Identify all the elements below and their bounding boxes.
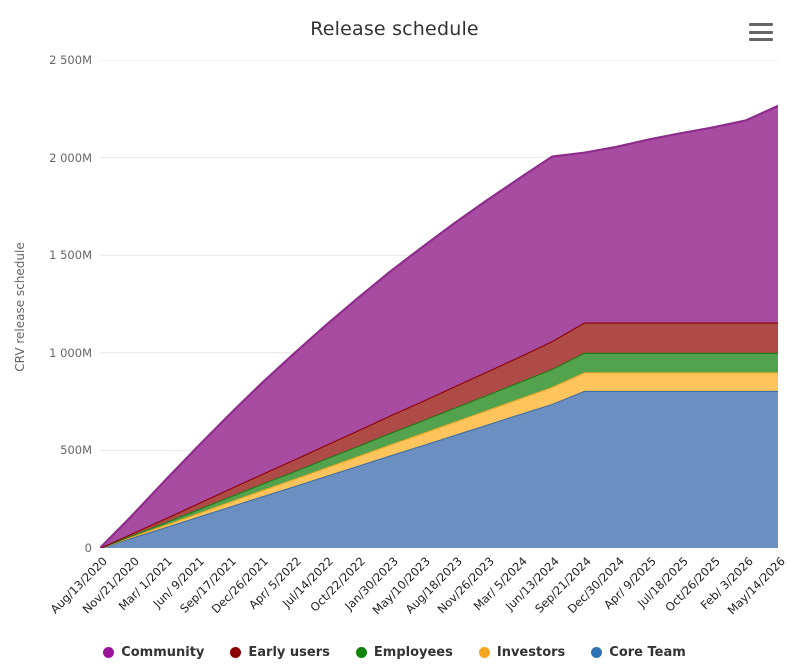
legend-marker-icon xyxy=(591,647,603,658)
y-tick-label: 2 500M xyxy=(49,53,92,67)
legend-label: Community xyxy=(121,645,205,660)
menu-bar-2 xyxy=(749,30,773,34)
x-axis-tick-labels: Aug/13/2020 Nov/21/2020 Mar/ 1/2021 Jun/ 9/… xyxy=(0,548,789,638)
legend-item-early-users[interactable]: Early users xyxy=(230,645,330,660)
y-tick-label: 500M xyxy=(60,443,92,458)
legend-marker-icon xyxy=(355,647,367,658)
legend-marker-icon xyxy=(478,647,490,658)
legend-label: Employees xyxy=(373,645,453,660)
legend-marker-icon xyxy=(230,647,242,658)
legend-label: Early users xyxy=(248,645,330,660)
legend-marker-icon xyxy=(103,647,115,658)
legend-label: Core Team xyxy=(609,645,686,660)
legend-item-community[interactable]: Community xyxy=(103,645,204,660)
legend-label: Investors xyxy=(496,645,566,660)
chart-container: Release schedule 0 500M 1 000M 1 500M 2 000M… xyxy=(0,0,789,669)
menu-bar-3 xyxy=(749,38,773,41)
chart-legend: Community Early users Employees Investors Co… xyxy=(0,645,789,660)
y-axis-title: CRV release schedule xyxy=(13,242,27,372)
y-tick-label: 1 500M xyxy=(49,248,92,263)
legend-item-employees[interactable]: Employees xyxy=(355,645,453,660)
hamburger-menu-icon[interactable] xyxy=(749,21,775,43)
y-tick-label: 2 000M xyxy=(49,150,92,165)
legend-item-core-team[interactable]: Core Team xyxy=(591,645,686,660)
chart-title: Release schedule xyxy=(310,18,479,40)
legend-item-investors[interactable]: Investors xyxy=(478,645,566,660)
y-tick-label: 1 000M xyxy=(49,345,92,360)
stacked-area-plot xyxy=(100,60,778,548)
menu-bar-1 xyxy=(749,23,773,26)
plot-area xyxy=(100,60,778,548)
